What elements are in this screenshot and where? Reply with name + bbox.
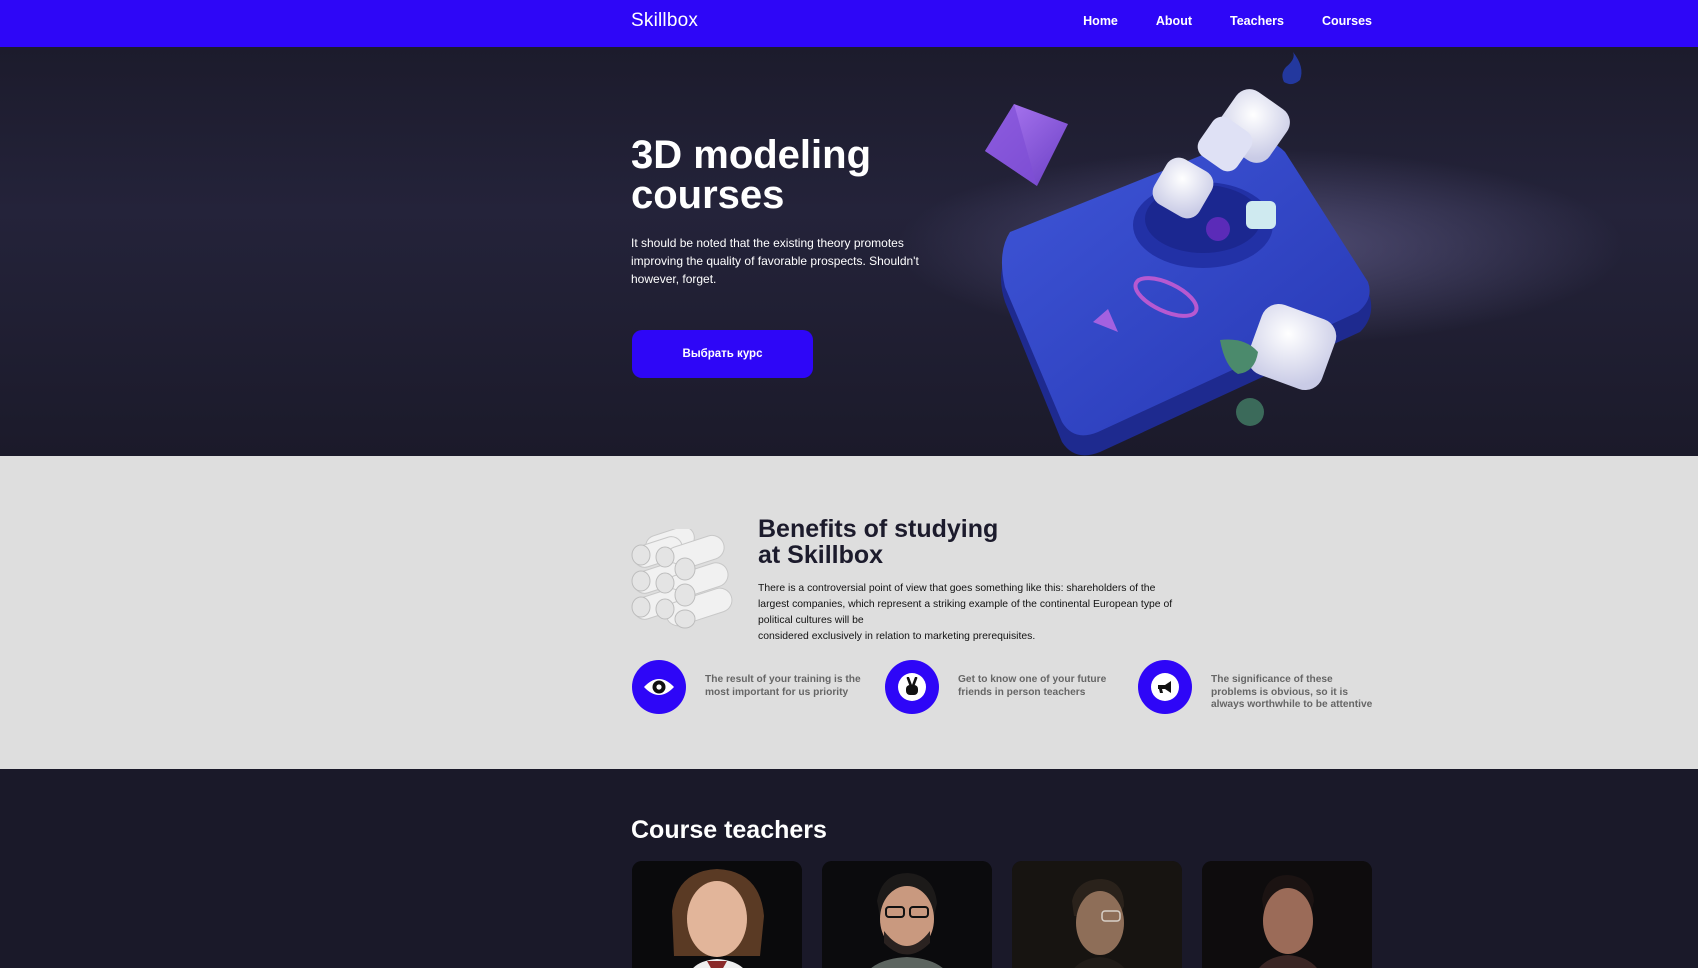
teacher-card[interactable] xyxy=(822,861,992,968)
nav-home[interactable]: Home xyxy=(1083,14,1118,28)
teacher-card[interactable] xyxy=(1202,861,1372,968)
hero-title-line-2: courses xyxy=(631,173,785,217)
choose-course-button[interactable]: Выбрать курс xyxy=(632,330,813,378)
feature-text: The result of your training is the most … xyxy=(705,674,861,698)
hero-section: 3D modeling courses It should be noted t… xyxy=(0,47,1698,456)
benefits-title: Benefits of studying at Skillbox xyxy=(758,516,1058,568)
nav-courses[interactable]: Courses xyxy=(1322,14,1372,28)
hero-description: It should be noted that the existing the… xyxy=(631,236,919,286)
teacher-photo-3 xyxy=(1012,861,1182,968)
teacher-photo-1 xyxy=(632,861,802,968)
benefits-title-line-2: at Skillbox xyxy=(758,541,884,569)
3d-platform-illustration xyxy=(985,52,1372,456)
teachers-section: Course teachers xyxy=(0,769,1698,968)
nav-teachers[interactable]: Teachers xyxy=(1230,14,1284,28)
cylinders-illustration xyxy=(631,529,733,629)
feature-text: Get to know one of your future friends i… xyxy=(958,674,1107,698)
logo[interactable]: Skillbox xyxy=(631,10,698,32)
teacher-card[interactable] xyxy=(632,861,802,968)
hero-title: 3D modeling courses xyxy=(631,135,951,215)
page: Skillbox Home About Teachers Courses 3D … xyxy=(0,0,1698,968)
victory-hand-icon xyxy=(885,660,939,714)
benefits-description-line-2: considered exclusively in relation to ma… xyxy=(758,631,1036,642)
teacher-photo-4 xyxy=(1202,861,1372,968)
teacher-card[interactable] xyxy=(1012,861,1182,968)
feature-text: The significance of these problems is ob… xyxy=(1211,674,1373,710)
benefits-description: There is a controversial point of view t… xyxy=(758,581,1178,645)
benefits-section: Benefits of studying at Skillbox There i… xyxy=(0,456,1698,769)
top-navbar: Skillbox Home About Teachers Courses xyxy=(0,0,1698,47)
teacher-photo-2 xyxy=(822,861,992,968)
hero-title-line-1: 3D modeling xyxy=(631,133,872,177)
main-nav: Home About Teachers Courses xyxy=(1045,14,1372,28)
nav-about[interactable]: About xyxy=(1156,14,1192,28)
benefits-description-line-1: There is a controversial point of view t… xyxy=(758,583,1173,626)
eye-icon xyxy=(632,660,686,714)
megaphone-icon xyxy=(1138,660,1192,714)
benefits-title-line-1: Benefits of studying xyxy=(758,515,999,543)
teachers-title: Course teachers xyxy=(631,816,827,844)
